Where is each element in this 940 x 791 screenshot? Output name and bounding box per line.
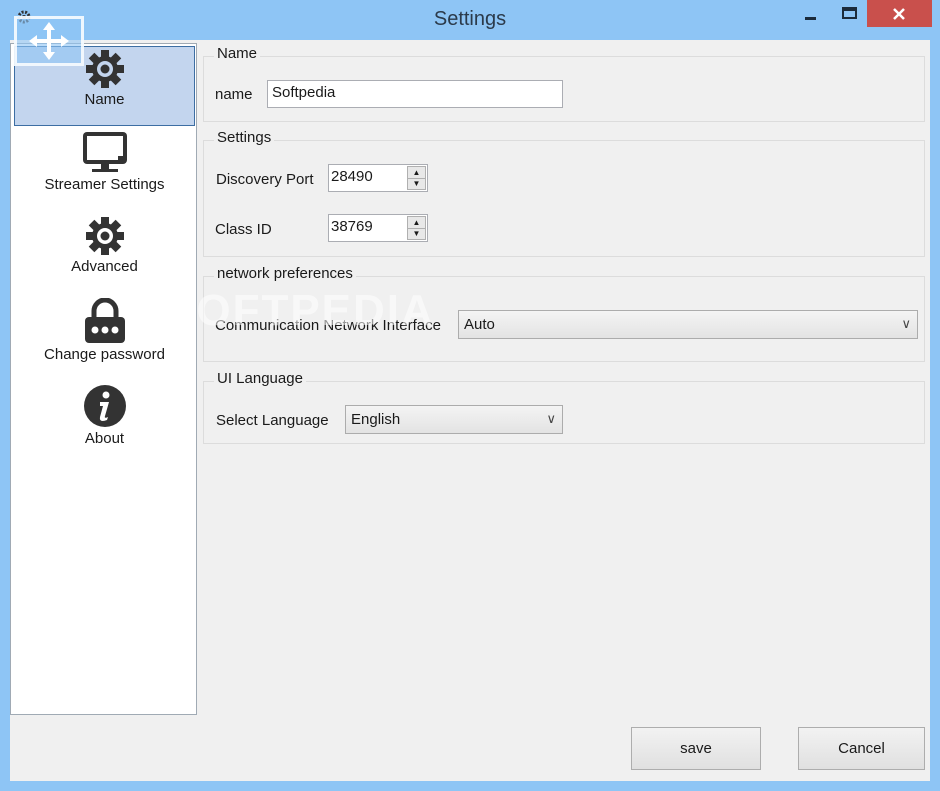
group-title: network preferences [214, 265, 356, 282]
stepper-arrows: ▲ ▼ [407, 166, 426, 190]
network-interface-select[interactable]: Auto ∨ [458, 310, 918, 339]
name-input[interactable]: Softpedia [267, 80, 563, 108]
discovery-port-value: 28490 [331, 168, 373, 185]
class-id-stepper[interactable]: 38769 ▲ ▼ [328, 214, 428, 242]
sidebar-item-label: Change password [44, 346, 165, 363]
group-title: Name [214, 45, 261, 62]
maximize-button[interactable] [835, 0, 865, 27]
sidebar-nav: Name Streamer Settings Advanced Change p… [10, 43, 197, 715]
dialog-client-area: Name Streamer Settings Advanced Change p… [10, 40, 930, 781]
lock-icon [84, 298, 125, 343]
name-group: Name name Softpedia [203, 45, 925, 122]
decrement-down-arrow-icon[interactable]: ▼ [408, 228, 425, 239]
sidebar-item-label: Name [84, 91, 125, 108]
chevron-down-icon: ∨ [901, 316, 911, 331]
sidebar-item-advanced[interactable]: Advanced [14, 214, 195, 294]
network-interface-label: Communication Network Interface [215, 317, 441, 334]
cancel-button[interactable]: Cancel [798, 727, 925, 770]
group-title: Settings [214, 129, 275, 146]
gear-icon [85, 217, 124, 255]
network-preferences-group: network preferences Communication Networ… [203, 265, 925, 362]
monitor-icon [82, 132, 127, 172]
network-interface-value: Auto [464, 316, 495, 333]
name-label: name [215, 86, 253, 103]
group-title: UI Language [214, 370, 306, 387]
stepper-arrows: ▲ ▼ [407, 216, 426, 240]
settings-group: Settings Discovery Port 28490 ▲ ▼ Class … [203, 129, 925, 257]
minimize-button[interactable] [795, 0, 825, 27]
class-id-value: 38769 [331, 218, 373, 235]
save-button[interactable]: save [631, 727, 761, 770]
chevron-down-icon: ∨ [546, 411, 556, 426]
discovery-port-stepper[interactable]: 28490 ▲ ▼ [328, 164, 428, 192]
language-value: English [351, 411, 401, 428]
gear-icon [85, 50, 124, 88]
sidebar-item-change-password[interactable]: Change password [14, 298, 195, 378]
select-language-label: Select Language [216, 412, 329, 429]
discovery-port-label: Discovery Port [216, 171, 314, 188]
sidebar-item-streamer-settings[interactable]: Streamer Settings [14, 130, 195, 210]
sidebar-item-label: About [84, 430, 125, 447]
title-bar: Settings [0, 0, 940, 40]
sidebar-item-label: Streamer Settings [44, 176, 165, 193]
maximize-icon [842, 7, 857, 19]
ui-language-group: UI Language Select Language English ∨ [203, 370, 925, 444]
close-button[interactable] [867, 0, 932, 27]
decrement-down-arrow-icon[interactable]: ▼ [408, 178, 425, 189]
info-icon [83, 385, 126, 427]
close-icon [893, 8, 905, 20]
move-arrows-icon [29, 22, 69, 60]
move-cursor-overlay [14, 16, 84, 66]
language-select[interactable]: English ∨ [345, 405, 563, 434]
minimize-icon [805, 17, 816, 20]
class-id-label: Class ID [215, 221, 272, 238]
sidebar-item-about[interactable]: About [14, 384, 195, 464]
sidebar-item-label: Advanced [71, 258, 138, 275]
